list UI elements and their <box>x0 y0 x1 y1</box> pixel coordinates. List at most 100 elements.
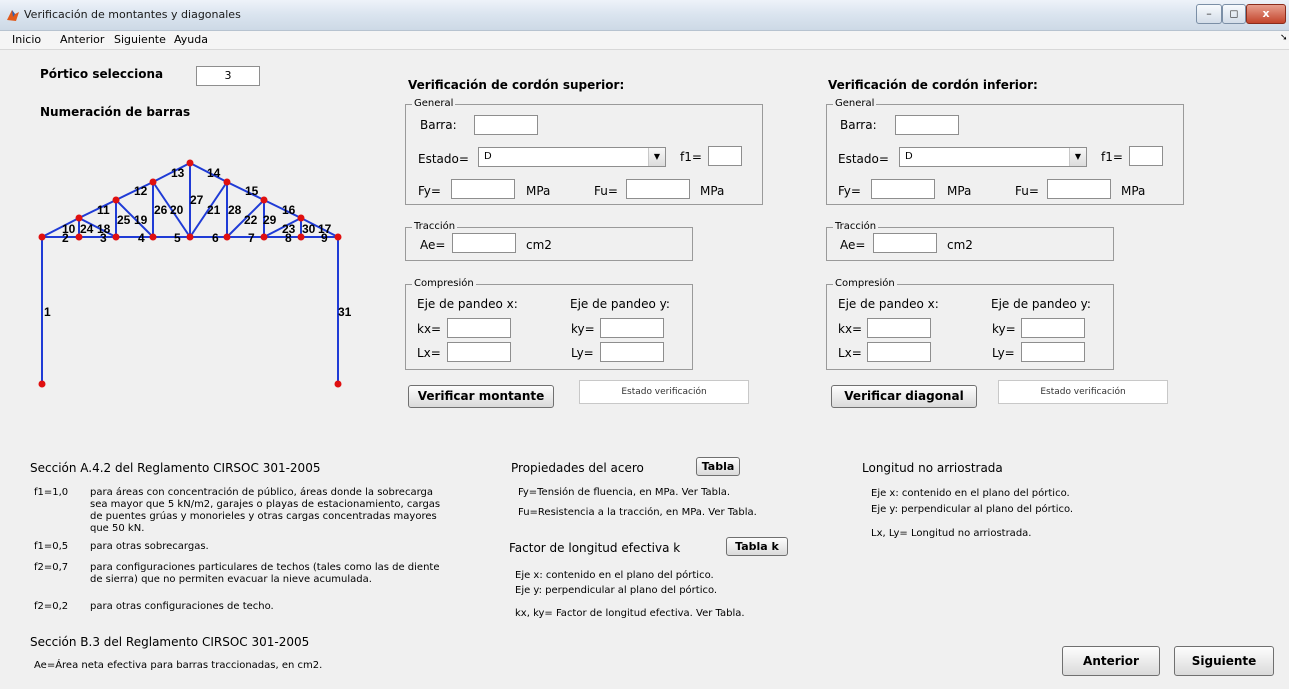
superior-title: Verificación de cordón superior: <box>408 78 625 92</box>
inferior-fy-field[interactable] <box>871 179 935 199</box>
superior-estado-verificacion: Estado verificación <box>579 380 749 404</box>
inferior-title: Verificación de cordón inferior: <box>828 78 1038 92</box>
f1-05-label: f1=0,5 <box>34 541 69 552</box>
inferior-fu-field[interactable] <box>1047 179 1111 199</box>
truss-label: 18 <box>97 222 111 236</box>
truss-label: 11 <box>97 203 110 217</box>
anterior-button[interactable]: Anterior <box>1062 646 1160 676</box>
tabla-k-button[interactable]: Tabla k <box>726 537 788 556</box>
tabla-button[interactable]: Tabla <box>696 457 740 476</box>
inferior-general-title: General <box>833 98 877 109</box>
truss-label: 12 <box>134 184 148 198</box>
window-title: Verificación de montantes y diagonales <box>24 8 241 21</box>
truss-diagram: 1 2 3 4 5 6 7 8 9 10 11 12 13 14 15 16 1… <box>38 159 352 388</box>
inferior-ly-label: Ly= <box>992 346 1015 360</box>
superior-barra-field[interactable] <box>474 115 538 135</box>
inferior-eje-y-label: Eje de pandeo y: <box>991 297 1091 311</box>
inferior-ae-field[interactable] <box>873 233 937 253</box>
inferior-ly-field[interactable] <box>1021 342 1085 362</box>
inferior-barra-field[interactable] <box>895 115 959 135</box>
superior-fy-field[interactable] <box>451 179 515 199</box>
title-bar: Verificación de montantes y diagonales –… <box>0 0 1289 31</box>
superior-fu-label: Fu= <box>594 184 618 198</box>
inferior-f1-label: f1= <box>1101 150 1123 164</box>
superior-fy-unit: MPa <box>526 184 551 198</box>
truss-label: 26 <box>154 203 168 217</box>
portico-label: Pórtico selecciona <box>40 67 164 81</box>
truss-label: 16 <box>282 203 296 217</box>
minimize-button[interactable]: – <box>1196 4 1222 24</box>
superior-ly-label: Ly= <box>571 346 594 360</box>
inferior-kx-field[interactable] <box>867 318 931 338</box>
superior-estado-select[interactable]: D ▼ <box>478 147 666 167</box>
inferior-ky-label: ky= <box>992 322 1016 336</box>
inferior-kx-label: kx= <box>838 322 863 336</box>
inferior-fu-unit: MPa <box>1121 184 1146 198</box>
superior-f1-field[interactable] <box>708 146 742 166</box>
menu-siguiente[interactable]: Siguiente <box>114 33 166 46</box>
truss-label: 14 <box>207 166 221 180</box>
factor-eje-x: Eje x: contenido en el plano del pórtico… <box>515 570 714 581</box>
inferior-estado-select[interactable]: D ▼ <box>899 147 1087 167</box>
superior-ky-label: ky= <box>571 322 595 336</box>
truss-label: 20 <box>170 203 184 217</box>
superior-fu-field[interactable] <box>626 179 690 199</box>
f1-05-text: para otras sobrecargas. <box>90 541 209 552</box>
menu-anterior[interactable]: Anterior <box>60 33 104 46</box>
siguiente-button[interactable]: Siguiente <box>1174 646 1274 676</box>
superior-traccion-title: Tracción <box>412 221 458 232</box>
menu-ayuda[interactable]: Ayuda <box>174 33 208 46</box>
inferior-lx-label: Lx= <box>838 346 862 360</box>
kxky-definition: kx, ky= Factor de longitud efectiva. Ver… <box>515 608 745 619</box>
superior-lx-field[interactable] <box>447 342 511 362</box>
f1-10-label: f1=1,0 <box>34 487 69 498</box>
truss-label: 28 <box>228 203 242 217</box>
superior-fu-unit: MPa <box>700 184 725 198</box>
truss-label: 4 <box>138 231 145 245</box>
close-button[interactable]: x <box>1246 4 1286 24</box>
superior-ae-label: Ae= <box>420 238 446 252</box>
superior-kx-field[interactable] <box>447 318 511 338</box>
inferior-fy-label: Fy= <box>838 184 861 198</box>
superior-ae-unit: cm2 <box>526 238 552 252</box>
superior-ae-field[interactable] <box>452 233 516 253</box>
maximize-button[interactable]: ◻ <box>1222 4 1246 24</box>
truss-label: 31 <box>338 305 352 319</box>
portico-field[interactable]: 3 <box>196 66 260 86</box>
inferior-ky-field[interactable] <box>1021 318 1085 338</box>
inferior-fy-unit: MPa <box>947 184 972 198</box>
f2-02-text: para otras configuraciones de techo. <box>90 601 274 612</box>
seccion-a-title: Sección A.4.2 del Reglamento CIRSOC 301-… <box>30 461 321 475</box>
truss-label: 5 <box>174 231 181 245</box>
superior-estado-label: Estado= <box>418 152 469 166</box>
fu-definition: Fu=Resistencia a la tracción, en MPa. Ve… <box>518 507 757 518</box>
superior-lx-label: Lx= <box>417 346 441 360</box>
longitud-eje-x: Eje x: contenido en el plano del pórtico… <box>871 488 1070 499</box>
superior-ly-field[interactable] <box>600 342 664 362</box>
factor-k-title: Factor de longitud efectiva k <box>509 541 681 555</box>
truss-label: 24 <box>80 222 94 236</box>
verificar-montante-button[interactable]: Verificar montante <box>408 385 554 408</box>
superior-kx-label: kx= <box>417 322 442 336</box>
menu-inicio[interactable]: Inicio <box>12 33 41 46</box>
superior-estado-value: D <box>484 151 492 162</box>
longitud-title: Longitud no arriostrada <box>862 461 1003 475</box>
inferior-ae-unit: cm2 <box>947 238 973 252</box>
inferior-estado-value: D <box>905 151 913 162</box>
factor-eje-y: Eje y: perpendicular al plano del pórtic… <box>515 585 718 596</box>
superior-ky-field[interactable] <box>600 318 664 338</box>
truss-label: 7 <box>248 231 255 245</box>
inferior-f1-field[interactable] <box>1129 146 1163 166</box>
toolbar-overflow-icon[interactable]: ➘ <box>1280 33 1288 43</box>
inferior-lx-field[interactable] <box>867 342 931 362</box>
f1-10-text: para áreas con concentración de público,… <box>90 487 441 534</box>
truss-label: 1 <box>44 305 51 319</box>
superior-general-title: General <box>412 98 456 109</box>
truss-label: 27 <box>190 193 204 207</box>
inferior-estado-label: Estado= <box>838 152 889 166</box>
inferior-estado-verificacion: Estado verificación <box>998 380 1168 404</box>
verificar-diagonal-button[interactable]: Verificar diagonal <box>831 385 977 408</box>
truss-label: 23 <box>282 222 296 236</box>
superior-fy-label: Fy= <box>418 184 441 198</box>
truss-label: 29 <box>263 213 277 227</box>
